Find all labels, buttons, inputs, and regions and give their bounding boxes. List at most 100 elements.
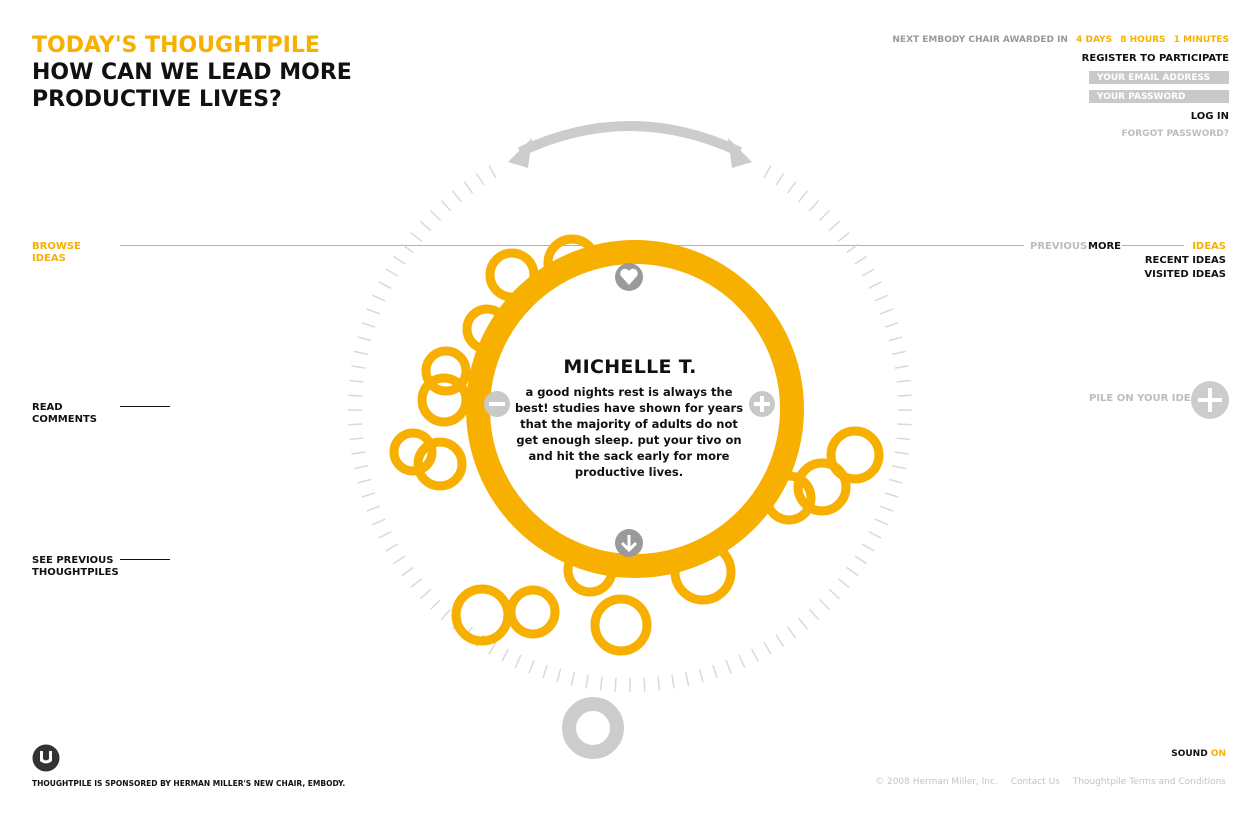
tick-mark <box>846 566 859 577</box>
idea-text: a good nights rest is always the best! s… <box>514 385 744 479</box>
tick-mark <box>361 322 376 328</box>
minus-icon[interactable] <box>484 391 510 417</box>
idea-author: MICHELLE T. <box>563 356 697 378</box>
tick-mark <box>884 322 899 328</box>
tick-mark <box>348 394 363 397</box>
tick-mark <box>351 451 366 455</box>
idea-bubble[interactable] <box>826 426 884 484</box>
tick-mark <box>514 654 522 668</box>
sound-toggle[interactable]: SOUND ON <box>1171 749 1226 759</box>
tick-mark <box>763 165 772 179</box>
tick-mark <box>798 617 809 630</box>
tick-mark <box>501 648 509 662</box>
tick-mark <box>786 181 797 194</box>
tick-mark <box>354 350 369 356</box>
tick-mark <box>556 668 562 683</box>
pile-on-label[interactable]: PILE ON YOUR IDEA <box>1089 393 1198 404</box>
tick-mark <box>348 423 363 426</box>
tick-mark <box>897 423 912 426</box>
tick-mark <box>884 492 899 498</box>
tick-mark <box>378 281 392 289</box>
tick-mark <box>440 199 452 212</box>
idea-bubble[interactable] <box>417 373 471 427</box>
tick-mark <box>828 220 841 232</box>
tick-mark <box>440 608 452 621</box>
tick-mark <box>888 478 903 484</box>
contact-link[interactable]: Contact Us <box>1011 777 1060 787</box>
tick-mark <box>357 478 372 484</box>
tick-mark <box>357 336 372 342</box>
sponsor-text: THOUGHTPILE IS SPONSORED BY HERMAN MILLE… <box>32 779 346 788</box>
tick-mark <box>361 492 376 498</box>
tick-mark <box>818 210 830 222</box>
copyright-text: © 2008 Herman Miller, Inc. <box>875 777 998 787</box>
tick-mark <box>372 518 386 526</box>
tick-mark <box>372 294 386 302</box>
tick-mark <box>463 181 474 194</box>
tick-mark <box>430 210 442 222</box>
tick-mark <box>366 308 381 315</box>
rotate-arrow-icon[interactable] <box>508 121 752 168</box>
idea-bubble[interactable] <box>506 585 560 639</box>
tick-mark <box>775 634 785 647</box>
tick-mark <box>818 598 830 610</box>
tick-mark <box>896 379 911 383</box>
terms-link[interactable]: Thoughtpile Terms and Conditions <box>1073 777 1226 787</box>
idea-bubble[interactable] <box>590 594 652 656</box>
tick-mark <box>488 165 497 179</box>
tick-mark <box>410 578 423 589</box>
grey-pile-ring[interactable] <box>562 697 624 759</box>
arrow-down-icon[interactable] <box>615 529 643 557</box>
tick-mark <box>828 588 841 600</box>
tick-mark <box>366 505 381 512</box>
tick-mark <box>419 220 432 232</box>
tick-mark <box>451 190 462 203</box>
tick-mark <box>894 365 909 369</box>
tick-mark <box>354 464 369 470</box>
tick-mark <box>751 648 759 662</box>
footer-links: © 2008 Herman Miller, Inc. Contact Us Th… <box>865 777 1226 787</box>
tick-mark <box>401 566 414 577</box>
tick-mark <box>614 677 617 692</box>
tick-mark <box>861 268 875 277</box>
tick-mark <box>378 531 392 539</box>
tick-mark <box>657 676 661 691</box>
add-idea-icon[interactable] <box>1190 380 1230 420</box>
tick-mark <box>385 268 399 277</box>
tick-mark <box>868 531 882 539</box>
plus-icon[interactable] <box>749 391 775 417</box>
tick-mark <box>854 555 867 565</box>
tick-mark <box>891 464 906 470</box>
idea-bubble[interactable] <box>451 584 513 646</box>
tick-mark <box>738 654 746 668</box>
tick-mark <box>874 294 888 302</box>
tick-mark <box>393 555 406 565</box>
tick-mark <box>725 659 732 674</box>
heart-icon[interactable] <box>615 263 643 291</box>
tick-mark <box>861 543 875 552</box>
sound-label: SOUND <box>1171 749 1208 759</box>
tick-mark <box>570 671 576 686</box>
tick-mark <box>671 674 675 689</box>
herman-miller-logo-icon[interactable] <box>32 744 60 772</box>
tick-mark <box>874 518 888 526</box>
tick-mark <box>775 173 785 186</box>
tick-mark <box>684 671 690 686</box>
tick-mark <box>896 437 911 441</box>
tick-mark <box>385 543 399 552</box>
tick-mark <box>393 255 406 265</box>
tick-mark <box>868 281 882 289</box>
tick-mark <box>410 231 423 242</box>
tick-mark <box>528 659 535 674</box>
tick-mark <box>879 308 894 315</box>
sound-state[interactable]: ON <box>1211 749 1226 759</box>
tick-mark <box>643 677 646 692</box>
tick-mark <box>897 394 912 397</box>
tick-mark <box>349 437 364 441</box>
tick-mark <box>475 173 485 186</box>
tick-mark <box>430 598 442 610</box>
tick-mark <box>419 588 432 600</box>
tick-mark <box>599 676 603 691</box>
tick-mark <box>808 608 820 621</box>
tick-mark <box>763 641 772 655</box>
